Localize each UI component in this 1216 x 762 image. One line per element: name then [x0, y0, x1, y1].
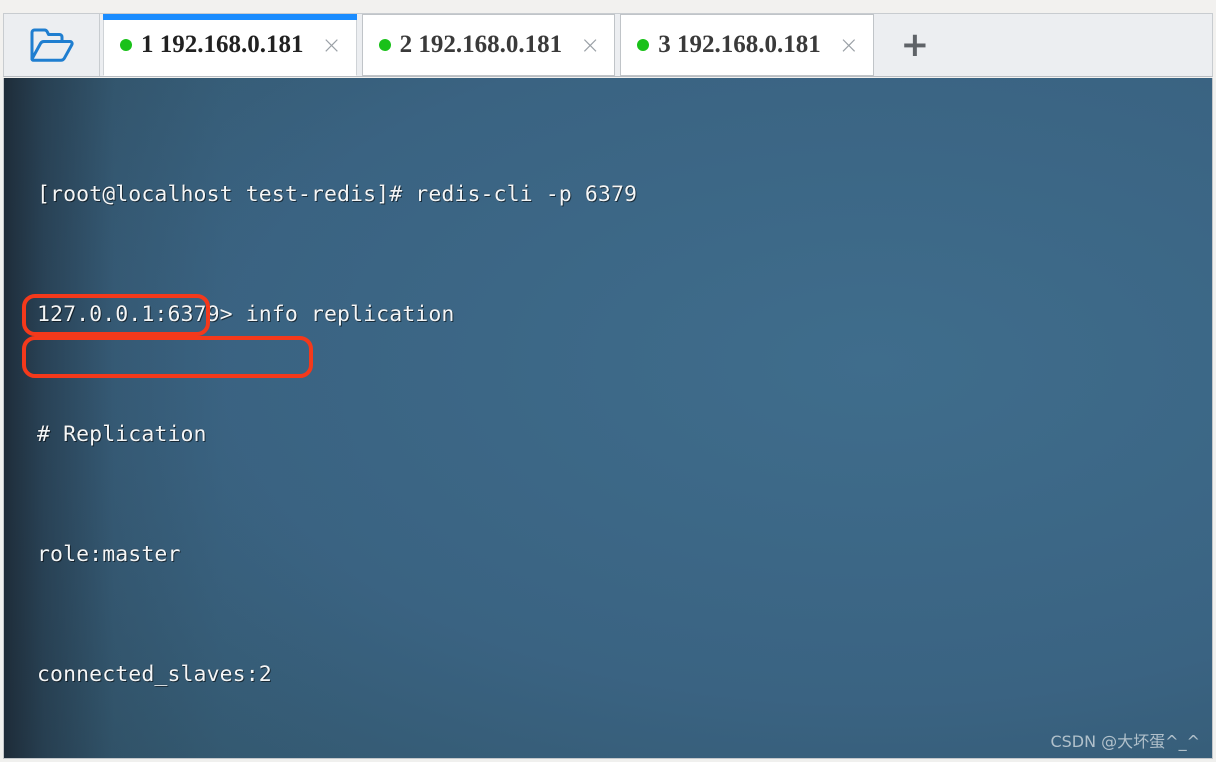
tab-bar: 1 192.168.0.181 × 2 192.168.0.181 × 3 19… [0, 0, 1216, 80]
tab-status-dot-connected [120, 38, 132, 51]
tab-status-dot-connected [378, 39, 391, 51]
tab-label: 1 192.168.0.181 [141, 30, 304, 58]
terminal-output: [root@localhost test-redis]# redis-cli -… [37, 95, 859, 758]
tab-3[interactable]: 3 192.168.0.181 × [620, 14, 874, 76]
terminal-line: [root@localhost test-redis]# redis-cli -… [37, 182, 638, 207]
tabs-area: 1 192.168.0.181 × 2 192.168.0.181 × 3 19… [100, 14, 1212, 76]
tab-close-icon[interactable]: × [580, 33, 600, 57]
tab-status-dot-connected [637, 39, 650, 51]
terminal-line: 127.0.0.1:6379> info replication [37, 302, 455, 327]
tab-label: 2 192.168.0.181 [399, 31, 563, 58]
tab-1[interactable]: 1 192.168.0.181 × [103, 14, 357, 76]
terminal-line-role: role:master [37, 542, 181, 567]
terminal-app-window: 1 192.168.0.181 × 2 192.168.0.181 × 3 19… [0, 0, 1216, 762]
tab-label: 3 192.168.0.181 [658, 31, 821, 58]
tab-bar-spacer [947, 14, 1212, 76]
tab-close-icon[interactable]: × [322, 33, 342, 57]
tab-close-icon[interactable]: × [839, 33, 859, 57]
tab-bar-inner: 1 192.168.0.181 × 2 192.168.0.181 × 3 19… [3, 13, 1213, 77]
new-tab-button[interactable]: + [883, 14, 947, 76]
terminal-line-connected-slaves: connected_slaves:2 [37, 662, 272, 687]
tab-2[interactable]: 2 192.168.0.181 × [361, 14, 616, 76]
terminal-pane[interactable]: [root@localhost test-redis]# redis-cli -… [3, 78, 1213, 759]
open-folder-button[interactable] [4, 14, 100, 76]
terminal-line: # Replication [37, 422, 207, 447]
tab-active-indicator [103, 14, 357, 20]
watermark: CSDN @大坏蛋^_^ [1050, 732, 1200, 751]
open-folder-icon [29, 26, 75, 64]
